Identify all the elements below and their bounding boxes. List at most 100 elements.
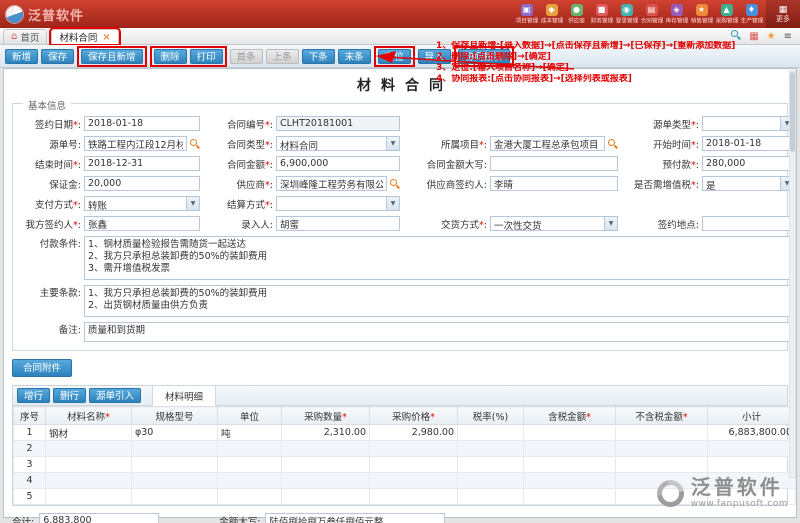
main-terms-field[interactable] (84, 285, 794, 317)
app-supplier[interactable]: ●供应商 (564, 0, 589, 28)
next-record-button[interactable]: 下条 (302, 49, 335, 64)
advance-payment-field[interactable] (702, 156, 794, 171)
grid-cell[interactable]: φ30 (132, 425, 218, 441)
grid-cell[interactable] (616, 425, 708, 441)
contract-no-field[interactable] (276, 116, 400, 131)
our-signer-field[interactable] (84, 216, 200, 231)
grid-cell[interactable] (46, 489, 132, 505)
grid-cell[interactable] (708, 457, 796, 473)
grid-cell[interactable] (282, 473, 370, 489)
grid-cell[interactable] (46, 441, 132, 457)
source-import-button[interactable]: 源单引入 (89, 388, 141, 403)
grid-cell[interactable] (458, 489, 524, 505)
end-date-field[interactable] (84, 156, 200, 171)
grid-cell[interactable] (524, 441, 616, 457)
source-no-field[interactable] (84, 136, 187, 151)
grid-cell[interactable] (370, 473, 458, 489)
tab-home[interactable]: ⌂ 首页 (3, 29, 47, 44)
app-project-mgmt[interactable]: ▣项目管理 (514, 0, 539, 28)
grid-cell[interactable] (282, 457, 370, 473)
grid-cell[interactable] (218, 473, 282, 489)
contract-amount-field[interactable] (276, 156, 400, 171)
grid-cell[interactable] (132, 489, 218, 505)
grid-cell[interactable] (458, 457, 524, 473)
add-row-button[interactable]: 增行 (17, 388, 50, 403)
grid-cell[interactable] (708, 441, 796, 457)
grid-cell[interactable] (458, 425, 524, 441)
new-button[interactable]: 新增 (5, 49, 38, 64)
delete-button[interactable]: 删除 (154, 49, 187, 64)
grid-cell[interactable] (132, 441, 218, 457)
grid-cell[interactable] (46, 457, 132, 473)
grid-cell[interactable]: 钢材 (46, 425, 132, 441)
print-button[interactable]: 打印 (190, 49, 223, 64)
attachments-button[interactable]: 合同附件 (12, 359, 72, 377)
project-field[interactable] (490, 136, 605, 151)
source-type-select[interactable]: ▼ (702, 116, 794, 131)
app-sales-mgmt[interactable]: ★销售管理 (689, 0, 714, 28)
supplier-field[interactable] (276, 176, 387, 191)
grid-cell[interactable] (132, 473, 218, 489)
contract-type-select[interactable]: 材料合同▼ (276, 136, 400, 151)
sign-date-field[interactable] (84, 116, 200, 131)
scrollbar-thumb[interactable] (790, 72, 795, 152)
grid-cell[interactable] (218, 441, 282, 457)
start-date-field[interactable] (702, 136, 794, 151)
grid-cell[interactable]: 2,310.00 (282, 425, 370, 441)
save-button[interactable]: 保存 (41, 49, 74, 64)
grid-cell[interactable] (370, 457, 458, 473)
grid-cell[interactable] (370, 489, 458, 505)
app-production-mgmt[interactable]: ♦生产管理 (739, 0, 764, 28)
grid-cell[interactable]: 2,980.00 (370, 425, 458, 441)
delete-row-button[interactable]: 删行 (53, 388, 86, 403)
grid-cell[interactable] (616, 457, 708, 473)
grid-cell[interactable]: 吨 (218, 425, 282, 441)
vertical-scrollbar[interactable] (789, 70, 796, 478)
grid-cell[interactable] (616, 441, 708, 457)
grid-cell[interactable] (524, 473, 616, 489)
grid-cell[interactable] (458, 441, 524, 457)
settlement-method-select[interactable]: ▼ (276, 196, 400, 211)
app-purchase-mgmt[interactable]: ▲采购管理 (714, 0, 739, 28)
last-record-button[interactable]: 末条 (338, 49, 371, 64)
save-and-new-button[interactable]: 保存且新增 (81, 49, 143, 64)
close-icon[interactable]: × (102, 32, 110, 43)
sign-location-field[interactable] (702, 216, 794, 231)
search-icon[interactable] (608, 139, 618, 149)
app-cost-mgmt[interactable]: ◆成本管理 (539, 0, 564, 28)
remark-field[interactable] (84, 322, 794, 342)
grid-cell[interactable] (282, 441, 370, 457)
grid-cell[interactable] (524, 457, 616, 473)
vat-required-select[interactable]: 是▼ (702, 176, 794, 191)
app-contract-mgmt[interactable]: ▤合同管理 (639, 0, 664, 28)
entry-person-label: 录入人: (203, 217, 273, 231)
pay-method-select[interactable]: 转账▼ (84, 196, 200, 211)
deposit-field[interactable] (84, 176, 200, 191)
search-icon[interactable] (390, 179, 400, 189)
amount-words-input[interactable] (265, 513, 445, 523)
grid-cell[interactable] (218, 489, 282, 505)
app-inventory-mgmt[interactable]: ◈库存管理 (664, 0, 689, 28)
grid-cell[interactable] (524, 489, 616, 505)
grid-cell[interactable] (524, 425, 616, 441)
delivery-method-select[interactable]: 一次性交货▼ (490, 216, 618, 231)
grid-cell[interactable] (282, 489, 370, 505)
more-apps-button[interactable]: ▦ 更多 (766, 0, 800, 28)
start-date-label: 开始时间*: (621, 137, 699, 151)
grid-cell[interactable] (46, 473, 132, 489)
tab-material-contract[interactable]: 材料合同 × (51, 29, 118, 44)
total-input[interactable] (39, 513, 159, 523)
grid-cell[interactable]: 6,883,800.00 (708, 425, 796, 441)
grid-cell[interactable] (218, 457, 282, 473)
payment-terms-field[interactable] (84, 236, 794, 280)
tab-material-detail[interactable]: 材料明细 (152, 386, 216, 406)
grid-cell[interactable] (370, 441, 458, 457)
search-icon[interactable] (190, 139, 200, 149)
entry-person-field[interactable] (276, 216, 400, 231)
app-login-mgmt[interactable]: ◉登录管理 (614, 0, 639, 28)
grid-cell[interactable] (132, 457, 218, 473)
grid-cell[interactable] (458, 473, 524, 489)
amount-in-words-field[interactable] (490, 156, 618, 171)
app-finance-mgmt[interactable]: ■财务管理 (589, 0, 614, 28)
supplier-signer-field[interactable] (490, 176, 618, 191)
